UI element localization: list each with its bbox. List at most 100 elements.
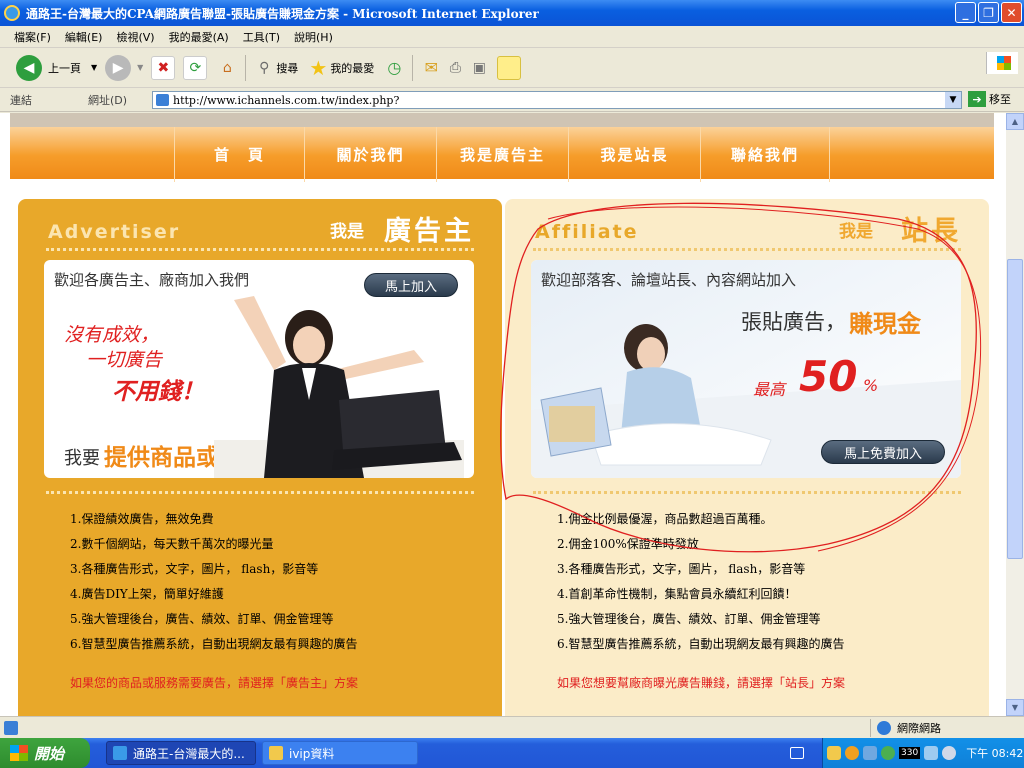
- page-viewport: 首 頁 關於我們 我是廣告主 我是站長 聯絡我們 Advertiser 我是 廣…: [0, 113, 1006, 716]
- list-item: 3.各種廣告形式，文字，圖片， flash，影音等: [557, 562, 806, 576]
- header-strip: [10, 113, 994, 127]
- taskbar: 開始 通路王-台灣最大的... ivip資料 330 下午 08:42: [0, 738, 1024, 768]
- menu-view[interactable]: 檢視(V): [116, 29, 154, 45]
- menu-favorites[interactable]: 我的最愛(A): [169, 29, 229, 45]
- list-item: 3.各種廣告形式，文字，圖片， flash，影音等: [70, 562, 319, 576]
- title-bar[interactable]: 通路王-台灣最大的CPA網路廣告聯盟-張貼廣告賺現金方案 - Microsoft…: [0, 0, 1024, 26]
- security-zone: 網際網路: [870, 719, 1022, 737]
- go-label: 移至: [989, 93, 1011, 106]
- print-icon[interactable]: ⎙: [443, 56, 467, 80]
- divider: [46, 491, 474, 494]
- start-label: 開始: [34, 744, 65, 763]
- forward-arrow-icon: ▶: [105, 54, 132, 81]
- back-button[interactable]: ◀ 上一頁 ▼: [16, 54, 97, 81]
- taskbar-ie-window[interactable]: 通路王-台灣最大的...: [106, 741, 256, 765]
- go-arrow-icon: ➔: [968, 91, 986, 107]
- slogan-line2: 一切廣告: [86, 349, 163, 371]
- star-icon: ★: [309, 55, 328, 80]
- minimize-button[interactable]: _: [955, 2, 976, 23]
- forward-button[interactable]: ▶ ▼: [105, 54, 143, 81]
- slogan-line3: 不用錢！: [112, 379, 204, 405]
- red-circle-annotation: [500, 202, 982, 553]
- tray-network-icon[interactable]: [863, 746, 877, 760]
- maximize-button[interactable]: ❐: [978, 2, 999, 23]
- history-icon[interactable]: ◷: [382, 56, 406, 80]
- tray-messenger-icon[interactable]: [845, 746, 859, 760]
- nav-affiliate[interactable]: 我是站長: [568, 127, 700, 182]
- start-button[interactable]: 開始: [0, 738, 90, 768]
- nav-about[interactable]: 關於我們: [304, 127, 436, 182]
- search-button[interactable]: ⚲ 搜尋: [252, 56, 298, 80]
- close-button[interactable]: ✕: [1001, 2, 1022, 23]
- folder-icon: [269, 746, 283, 760]
- page-icon: [4, 720, 18, 735]
- tray-volume-icon[interactable]: [924, 746, 939, 760]
- window-title: 通路王-台灣最大的CPA網路廣告聯盟-張貼廣告賺現金方案 - Microsoft…: [26, 6, 539, 21]
- businesswoman-laptop-image: [214, 296, 464, 478]
- vertical-scrollbar[interactable]: ▲ ▼: [1006, 113, 1024, 716]
- go-button[interactable]: ➔ 移至: [968, 91, 1011, 107]
- nav-advertiser[interactable]: 我是廣告主: [436, 127, 568, 182]
- menu-bar: 檔案(F) 編輯(E) 檢視(V) 我的最愛(A) 工具(T) 說明(H): [0, 26, 1024, 74]
- back-label: 上一頁: [48, 61, 81, 75]
- advertiser-panel: Advertiser 我是 廣告主 歡迎各廣告主、廠商加入我們 馬上加入 沒有成…: [18, 199, 502, 716]
- back-dropdown-icon[interactable]: ▼: [91, 63, 97, 72]
- status-bar: 網際網路: [0, 716, 1024, 738]
- edit-icon[interactable]: ▣: [467, 56, 491, 80]
- menu-file[interactable]: 檔案(F): [14, 29, 51, 45]
- clock[interactable]: 下午 08:42: [966, 745, 1023, 761]
- affiliate-note: 如果您想要幫廠商曝光廣告賺錢，請選擇「站長」方案: [557, 676, 846, 690]
- advertiser-title-en: Advertiser: [48, 221, 181, 243]
- advertiser-title-me: 我是: [330, 222, 364, 242]
- home-icon[interactable]: ⌂: [215, 56, 239, 80]
- links-label[interactable]: 連結: [10, 92, 32, 108]
- browser-window: 通路王-台灣最大的CPA網路廣告聯盟-張貼廣告賺現金方案 - Microsoft…: [0, 0, 1024, 768]
- back-arrow-icon: ◀: [16, 54, 42, 81]
- keyboard-icon[interactable]: [790, 747, 804, 759]
- taskbar-folder-window[interactable]: ivip資料: [262, 741, 418, 765]
- ie-icon: [4, 5, 20, 21]
- address-input[interactable]: http://www.ichannels.com.tw/index.php? ▼: [152, 91, 962, 109]
- globe-icon: [877, 721, 891, 735]
- forward-dropdown-icon[interactable]: ▼: [137, 63, 143, 72]
- favorites-label: 我的最愛: [330, 61, 375, 75]
- list-item: 6.智慧型廣告推薦系統，自動出現網友最有興趣的廣告: [557, 637, 845, 651]
- list-item: 4.廣告DIY上架，簡單好維護: [70, 587, 224, 601]
- list-item: 2.數千個網站，每天數千萬次的曝光量: [70, 537, 274, 551]
- toolbar: ◀ 上一頁 ▼ ▶ ▼ ✖ ⟳ ⌂ ⚲ 搜尋 ★ 我的最愛 ◷ ✉ ⎙ ▣: [0, 48, 1024, 88]
- advertiser-title: 廣告主: [384, 216, 474, 247]
- offer-prefix: 我要: [64, 448, 100, 469]
- nav-contact[interactable]: 聯絡我們: [700, 127, 830, 182]
- advertiser-feature-list: 1.保證績效廣告，無效免費 2.數千個網站，每天數千萬次的曝光量 3.各種廣告形…: [70, 507, 357, 657]
- site-nav: 首 頁 關於我們 我是廣告主 我是站長 聯絡我們: [10, 127, 994, 182]
- task-label: 通路王-台灣最大的...: [133, 746, 245, 761]
- list-item: 5.強大管理後台，廣告、績效、訂單、佣金管理等: [557, 612, 821, 626]
- search-icon: ⚲: [259, 59, 270, 76]
- address-dropdown-icon[interactable]: ▼: [945, 92, 961, 108]
- list-item: 1.保證績效廣告，無效免費: [70, 512, 214, 526]
- toolbar-separator: [412, 54, 414, 81]
- menu-edit[interactable]: 編輯(E): [65, 29, 103, 45]
- system-tray: 330 下午 08:42: [822, 738, 1024, 768]
- tray-counter[interactable]: 330: [899, 747, 921, 759]
- url-text: http://www.ichannels.com.tw/index.php?: [173, 93, 400, 107]
- favorites-button[interactable]: ★ 我的最愛: [306, 56, 374, 80]
- menu-help[interactable]: 說明(H): [294, 29, 333, 45]
- advertiser-banner-heading: 歡迎各廣告主、廠商加入我們: [54, 271, 250, 289]
- tray-user-icon[interactable]: [881, 746, 895, 760]
- nav-home[interactable]: 首 頁: [174, 127, 304, 182]
- stop-icon[interactable]: ✖: [151, 55, 176, 80]
- menu-tools[interactable]: 工具(T): [243, 29, 280, 45]
- tray-clock-icon[interactable]: [942, 746, 957, 760]
- list-item: 6.智慧型廣告推薦系統，自動出現網友最有興趣的廣告: [70, 637, 358, 651]
- refresh-icon[interactable]: ⟳: [183, 55, 208, 80]
- mail-icon[interactable]: ✉: [419, 56, 443, 80]
- windows-flag-icon: [10, 745, 28, 761]
- scroll-thumb[interactable]: [1007, 259, 1023, 559]
- list-item: 4.首創革命性機制，集點會員永續紅利回饋！: [557, 587, 797, 601]
- scroll-up-icon[interactable]: ▲: [1006, 113, 1024, 130]
- notes-icon[interactable]: [497, 55, 522, 80]
- scroll-down-icon[interactable]: ▼: [1006, 699, 1024, 716]
- tray-folder-icon[interactable]: [827, 746, 841, 760]
- advertiser-banner[interactable]: 歡迎各廣告主、廠商加入我們 馬上加入 沒有成效， 一切廣告 不用錢！ 我要 提供…: [44, 260, 474, 478]
